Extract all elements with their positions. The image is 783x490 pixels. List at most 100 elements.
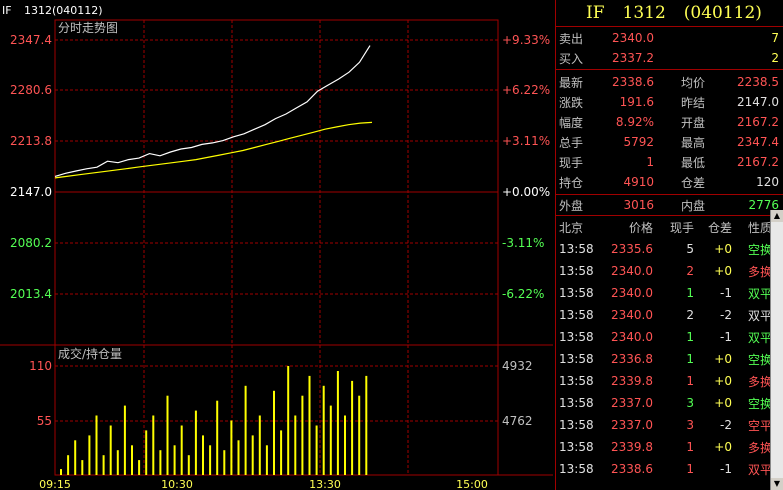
table-row[interactable]: 13:58 2338.6 1 -1 双平	[556, 458, 783, 480]
trade-type: 双平	[747, 308, 772, 323]
price-label: 2013.4	[10, 287, 52, 301]
table-row[interactable]: 13:58 2337.0 3 +0 空换	[556, 392, 783, 414]
trade-type: 空平	[747, 418, 772, 433]
volume-bar	[251, 435, 254, 475]
volume-bar	[102, 455, 105, 475]
stat-value: 4910	[623, 175, 654, 189]
volume-bar	[159, 450, 162, 475]
bid-volume: 2	[771, 51, 779, 65]
volume-bar	[74, 440, 77, 475]
volume-bar	[109, 425, 112, 475]
trade-hand: 1	[686, 374, 694, 388]
trade-diff: +0	[714, 264, 732, 278]
volume-bar	[194, 410, 197, 475]
trade-scrollbar[interactable]: ▲ ▼	[770, 210, 783, 490]
inner-label: 内盘	[681, 198, 706, 213]
price-label: 2280.6	[10, 83, 52, 97]
stat-label: 最新	[559, 75, 584, 90]
table-row[interactable]: 13:58 2340.0 1 -1 双平	[556, 282, 783, 304]
table-row[interactable]: 13:58 2336.8 1 +0 空换	[556, 348, 783, 370]
volume-bar	[95, 415, 98, 475]
trade-hand: 2	[686, 308, 694, 322]
table-header-cell: 价格	[628, 220, 653, 235]
volume-bar	[123, 405, 126, 475]
volume-bar	[301, 395, 304, 475]
stat-value-2: 2167.2	[737, 115, 779, 129]
volume-bar	[180, 425, 183, 475]
header-symbol: IF	[2, 4, 12, 17]
volume-bar	[322, 385, 325, 475]
trade-price: 2339.8	[611, 374, 653, 388]
trade-table[interactable]: 13:58 2335.6 5 +0 空换 13:58 2340.0 2 +0 多换 13:58 234…	[556, 238, 783, 480]
volume-bar	[230, 420, 233, 475]
header-code: 1312(040112)	[24, 4, 103, 17]
trade-time: 13:58	[559, 418, 594, 432]
stat-value-2: 120	[756, 175, 779, 189]
table-row[interactable]: 13:58 2337.0 3 -2 空平	[556, 414, 783, 436]
table-row[interactable]: 13:58 2339.8 1 +0 多换	[556, 436, 783, 458]
stat-value-2: 2167.2	[737, 155, 779, 169]
time-label: 13:30	[309, 478, 341, 490]
scroll-down-icon[interactable]: ▼	[771, 478, 783, 490]
trade-type: 双平	[747, 286, 772, 301]
trade-time: 13:58	[559, 286, 594, 300]
intraday-chart[interactable]: 分时走势图 IF 1312(040112) 2347.4 2280.6 2213.8…	[0, 0, 553, 490]
table-header-cell: 仓差	[707, 220, 732, 235]
volume-bar	[358, 395, 361, 475]
price-label: 2213.8	[10, 134, 52, 148]
volume-bar	[237, 440, 240, 475]
stat-label-2: 开盘	[681, 115, 706, 130]
volume-bar	[223, 450, 226, 475]
header-code-id: (040112)	[52, 4, 103, 17]
trade-price: 2340.0	[611, 264, 653, 278]
trade-time: 13:58	[559, 374, 594, 388]
trade-diff: +0	[714, 352, 732, 366]
table-row[interactable]: 13:58 2340.0 2 +0 多换	[556, 260, 783, 282]
ask-label: 卖出	[559, 31, 584, 46]
volume-bar	[294, 415, 297, 475]
scroll-up-icon[interactable]: ▲	[771, 210, 783, 222]
stat-value: 8.92%	[615, 115, 654, 129]
pct-label: +3.11%	[502, 134, 550, 148]
trade-price: 2340.0	[611, 330, 653, 344]
table-row[interactable]: 13:58 2335.6 5 +0 空换	[556, 238, 783, 260]
trade-diff: -2	[720, 308, 732, 322]
trade-type: 空换	[747, 396, 772, 411]
stat-row: 现手 1 最低 2167.2	[556, 152, 783, 172]
table-header-cell: 性质	[747, 220, 772, 235]
trade-diff: -1	[720, 286, 732, 300]
quote-code-number: 1312	[622, 3, 666, 23]
outer-label: 外盘	[559, 198, 584, 213]
trade-diff: +0	[714, 374, 732, 388]
volume-bar	[166, 395, 169, 475]
table-header-cell: 北京	[559, 220, 584, 235]
price-label: 2080.2	[10, 236, 52, 250]
stat-row: 涨跌 191.6 昨结 2147.0	[556, 92, 783, 112]
trade-diff: +0	[714, 440, 732, 454]
trade-type: 双平	[747, 330, 772, 345]
trade-hand: 1	[686, 352, 694, 366]
stat-value: 5792	[623, 135, 654, 149]
trade-type: 多换	[747, 264, 772, 279]
quote-panel: IF 1312 (040112) 卖出 2340.0 7 买入 2337.2 2 …	[555, 0, 783, 490]
trade-hand: 2	[686, 264, 694, 278]
trade-diff: +0	[714, 396, 732, 410]
stat-label: 涨跌	[559, 95, 584, 110]
volume-bar	[131, 445, 133, 475]
table-row[interactable]: 13:58 2340.0 1 -1 双平	[556, 326, 783, 348]
trade-price: 2340.0	[611, 286, 653, 300]
trade-price: 2335.6	[611, 242, 653, 256]
stat-value: 1	[646, 155, 654, 169]
vol-right-label: 4762	[502, 414, 533, 428]
table-row[interactable]: 13:58 2339.8 1 +0 多换	[556, 370, 783, 392]
stat-label: 幅度	[559, 115, 584, 130]
stat-value-2: 2238.5	[737, 75, 779, 89]
quote-code: 1312 (040112)	[623, 3, 780, 23]
trade-diff: -1	[720, 462, 732, 476]
volume-bar	[244, 385, 247, 475]
time-label: 15:00	[456, 478, 488, 490]
trade-table-header: 北京 价格 现手 仓差 性质	[556, 216, 783, 238]
trade-type: 双平	[747, 462, 772, 477]
stat-value-2: 2147.0	[737, 95, 779, 109]
table-row[interactable]: 13:58 2340.0 2 -2 双平	[556, 304, 783, 326]
